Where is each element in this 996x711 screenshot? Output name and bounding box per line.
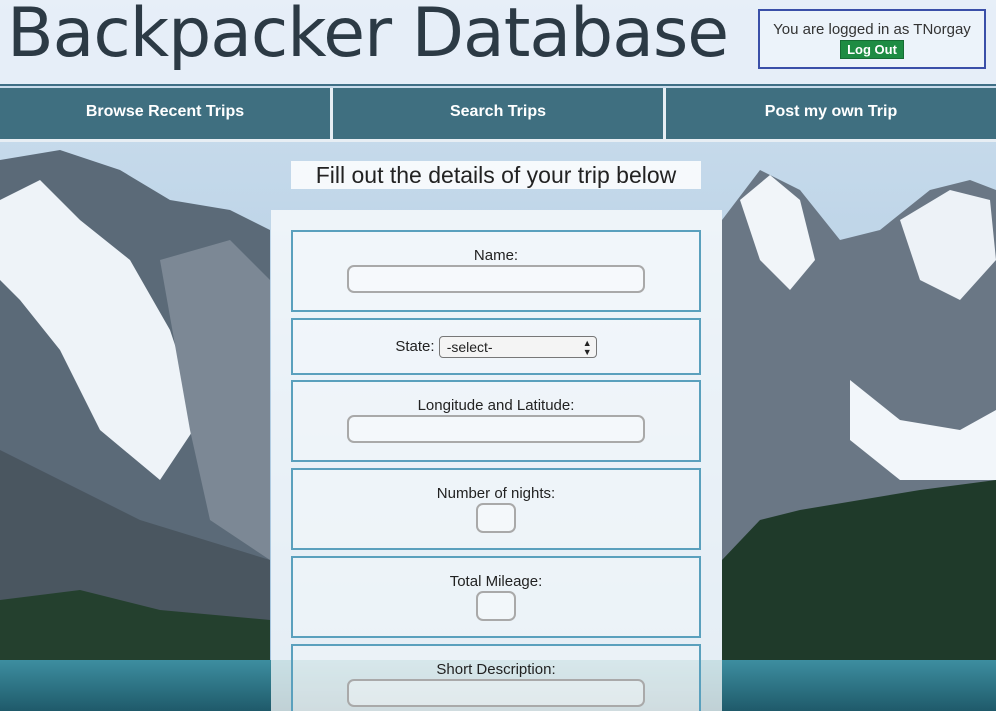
site-header: Backpacker Database You are logged in as… <box>0 0 996 86</box>
nav-post-my-own-trip[interactable]: Post my own Trip <box>666 88 996 139</box>
mileage-field-group: Total Mileage: <box>291 556 701 638</box>
mileage-input[interactable] <box>476 591 516 621</box>
login-status-text: You are logged in as TNorgay <box>773 21 971 38</box>
nights-field-group: Number of nights: <box>291 468 701 550</box>
nights-input[interactable] <box>476 503 516 533</box>
description-input[interactable] <box>347 679 645 707</box>
nights-label: Number of nights: <box>436 485 556 502</box>
coordinates-field-group: Longitude and Latitude: <box>291 380 701 462</box>
mileage-label: Total Mileage: <box>449 573 543 590</box>
description-label: Short Description: <box>436 661 556 678</box>
site-title: Backpacker Database <box>7 0 729 73</box>
state-label: State: <box>395 337 435 355</box>
trip-form: Name: State: -select- ▲ ▼ Longitude and L… <box>271 210 722 711</box>
nav-search-trips[interactable]: Search Trips <box>333 88 666 139</box>
coordinates-label: Longitude and Latitude: <box>417 397 575 414</box>
name-field-group: Name: <box>291 230 701 312</box>
nav-browse-recent-trips[interactable]: Browse Recent Trips <box>0 88 333 139</box>
login-status-box: You are logged in as TNorgay Log Out <box>758 9 986 69</box>
coordinates-input[interactable] <box>347 415 645 443</box>
state-select[interactable]: -select- ▲ ▼ <box>438 336 597 358</box>
state-field-group: State: -select- ▲ ▼ <box>291 318 701 375</box>
name-label: Name: <box>473 247 519 264</box>
nav-divider <box>0 139 996 142</box>
main-nav: Browse Recent Trips Search Trips Post my… <box>0 88 996 139</box>
logout-button[interactable]: Log Out <box>840 40 904 59</box>
description-field-group: Short Description: <box>291 644 701 711</box>
name-input[interactable] <box>347 265 645 293</box>
select-arrows-icon: ▲ ▼ <box>582 338 592 357</box>
state-select-value: -select- <box>446 339 493 355</box>
form-heading: Fill out the details of your trip below <box>291 161 701 189</box>
